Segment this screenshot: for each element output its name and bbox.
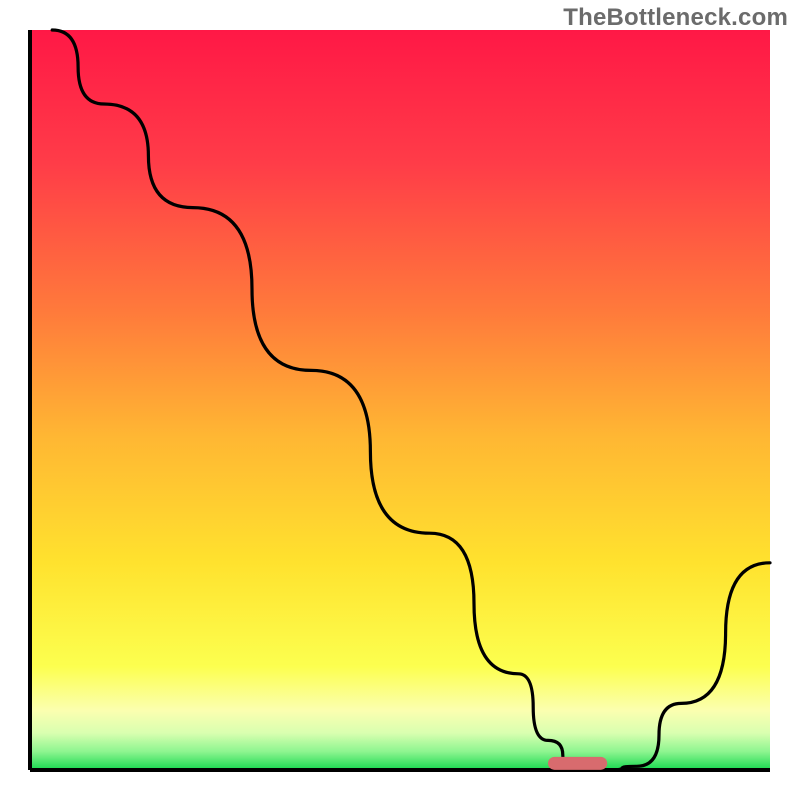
optimal-range-marker [548, 757, 607, 770]
watermark-text: TheBottleneck.com [563, 4, 788, 32]
bottleneck-chart [0, 0, 800, 800]
chart-background-gradient [30, 30, 770, 770]
chart-container: TheBottleneck.com [0, 0, 800, 800]
